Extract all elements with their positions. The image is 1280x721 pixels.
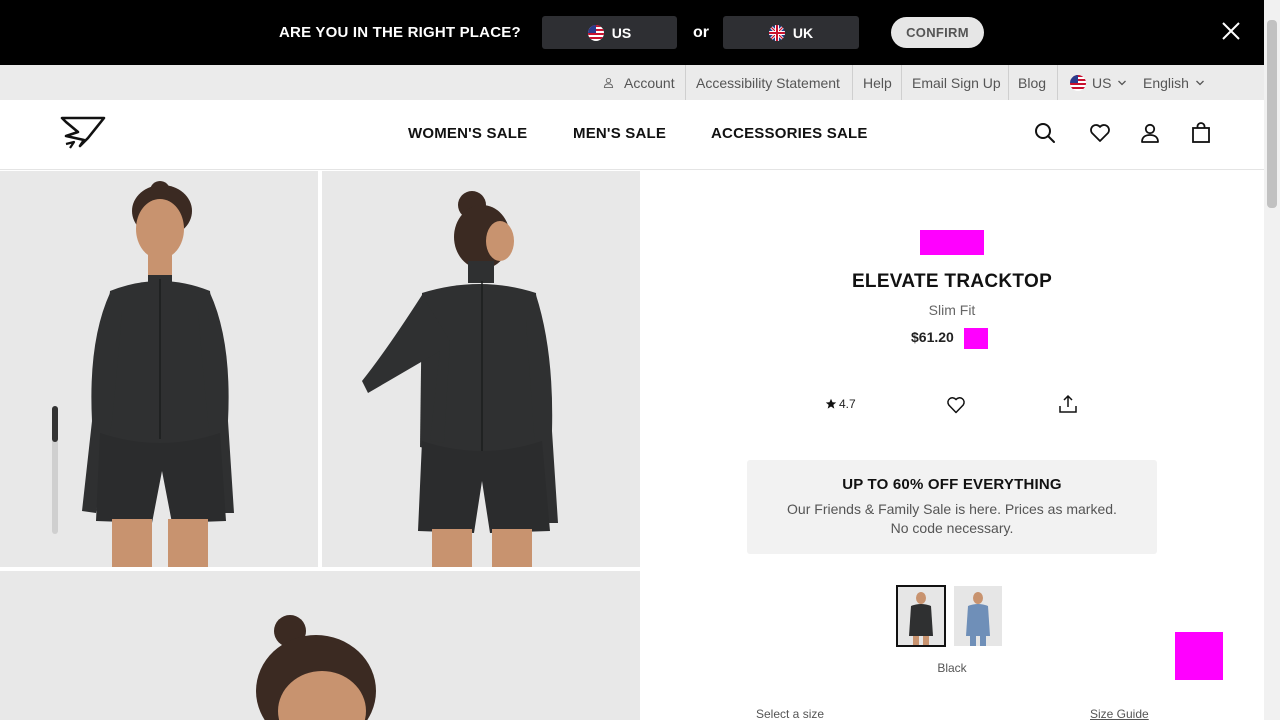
select-size-label: Select a size — [756, 707, 825, 721]
close-icon[interactable] — [1219, 19, 1243, 43]
divider — [901, 65, 902, 100]
region-uk-label: UK — [792, 24, 814, 41]
heart-icon[interactable] — [1089, 122, 1111, 144]
language-label: English — [1143, 74, 1189, 91]
model-closeup-illustration — [256, 615, 376, 720]
region-question: ARE YOU IN THE RIGHT PLACE? — [279, 24, 521, 41]
account-icon[interactable] — [1139, 122, 1161, 144]
product-badge-placeholder — [920, 230, 984, 255]
page-scrollbar[interactable] — [1264, 0, 1280, 720]
nav-mens-sale[interactable]: MEN'S SALE — [573, 125, 666, 142]
brand-logo-icon[interactable] — [60, 116, 106, 150]
region-us-button[interactable]: US — [542, 16, 677, 49]
search-icon[interactable] — [1034, 122, 1056, 144]
product-title: ELEVATE TRACKTOP — [851, 271, 1053, 292]
or-text: or — [693, 24, 709, 41]
help-link[interactable]: Help — [863, 65, 892, 100]
selected-color-name: Black — [937, 661, 967, 675]
product-image-back[interactable] — [322, 171, 640, 567]
share-icon[interactable] — [1058, 394, 1078, 414]
divider — [852, 65, 853, 100]
bag-icon[interactable] — [1190, 122, 1212, 144]
swatch-blue-image — [966, 592, 990, 646]
language-selector[interactable]: English — [1143, 65, 1205, 100]
price-badge-placeholder — [964, 328, 988, 349]
rating-value: 4.7 — [839, 397, 856, 411]
chevron-down-icon — [1195, 80, 1204, 85]
page-scrollbar-thumb[interactable] — [1267, 20, 1277, 208]
star-icon — [825, 398, 837, 409]
us-flag-icon — [587, 24, 604, 41]
us-flag-icon — [1070, 74, 1086, 91]
region-uk-button[interactable]: UK — [723, 16, 859, 49]
gallery-scroll-indicator[interactable] — [52, 406, 58, 534]
product-rating[interactable]: 4.7 — [825, 397, 856, 411]
blog-link[interactable]: Blog — [1018, 65, 1046, 100]
divider — [1008, 65, 1009, 100]
region-label: US — [1092, 74, 1112, 91]
promo-text: Our Friends & Family Sale is here. Price… — [787, 501, 1117, 536]
product-fit: Slim Fit — [928, 302, 976, 318]
utility-bar: Account Accessibility Statement Help Ema… — [0, 65, 1264, 100]
account-label: Account — [624, 74, 675, 91]
product-image-front[interactable] — [0, 171, 318, 567]
divider — [1057, 65, 1058, 100]
uk-flag-icon — [768, 24, 785, 41]
nav-accessories-sale[interactable]: ACCESSORIES SALE — [711, 125, 868, 142]
region-banner: ARE YOU IN THE RIGHT PLACE? US or UK CON… — [0, 0, 1264, 65]
account-link[interactable]: Account — [603, 65, 675, 100]
model-back-illustration — [362, 191, 558, 567]
promo-title: UP TO 60% OFF EVERYTHING — [842, 476, 1062, 493]
region-selector[interactable]: US — [1070, 65, 1127, 100]
email-signup-link[interactable]: Email Sign Up — [912, 65, 1001, 100]
swatch-black-image — [909, 592, 933, 646]
product-image-closeup[interactable] — [0, 571, 640, 720]
site-header: WOMEN'S SALE MEN'S SALE ACCESSORIES SALE — [0, 100, 1264, 170]
wishlist-heart-icon[interactable] — [946, 395, 966, 415]
chevron-down-icon — [1118, 80, 1127, 85]
user-icon — [603, 78, 614, 88]
accessibility-link[interactable]: Accessibility Statement — [696, 65, 840, 100]
divider — [685, 65, 686, 100]
swatch-blue[interactable] — [954, 586, 1002, 646]
confirm-button[interactable]: CONFIRM — [891, 17, 984, 48]
promo-box: UP TO 60% OFF EVERYTHING Our Friends & F… — [747, 460, 1157, 554]
nav-womens-sale[interactable]: WOMEN'S SALE — [408, 125, 527, 142]
gallery-scroll-thumb[interactable] — [52, 406, 58, 442]
region-us-label: US — [611, 24, 632, 41]
chat-widget-placeholder[interactable] — [1175, 632, 1223, 680]
swatch-black[interactable] — [896, 585, 946, 647]
size-guide-link[interactable]: Size Guide — [1090, 707, 1149, 721]
model-front-illustration — [82, 181, 234, 567]
product-price: $61.20 — [911, 329, 954, 345]
